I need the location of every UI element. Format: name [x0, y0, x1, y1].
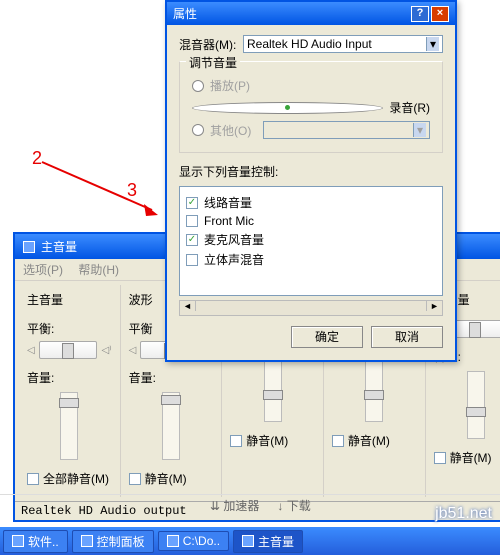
- mute-label: 静音(M): [145, 470, 187, 487]
- radio-playback: 播放(P): [192, 77, 430, 94]
- adjust-volume-group: 调节音量 播放(P) 录音(R) 其他(O) ▾: [179, 61, 443, 153]
- checkbox-icon: [186, 254, 198, 266]
- control-item-label: 麦克风音量: [204, 231, 264, 248]
- speaker-right-icon: ◁⁾: [101, 345, 111, 356]
- properties-titlebar[interactable]: 属性 ? ×: [167, 2, 455, 25]
- mixer-label: 混音器(M):: [179, 36, 237, 53]
- control-item-label: Front Mic: [204, 214, 254, 228]
- adjust-group-label: 调节音量: [186, 54, 240, 71]
- control-list-item[interactable]: Front Mic: [186, 214, 436, 228]
- taskbar: 软件.. 控制面板 C:\Do.. 主音量: [0, 527, 500, 555]
- radio-icon: [192, 124, 204, 136]
- radio-other: 其他(O) ▾: [192, 121, 430, 139]
- mixer-select-value: Realtek HD Audio Input: [247, 37, 372, 51]
- download-link[interactable]: ↓ 下载: [277, 497, 310, 514]
- chevron-down-icon: ▾: [413, 123, 426, 137]
- radio-icon: [192, 102, 383, 114]
- volume-title-text: 主音量: [41, 238, 77, 255]
- taskbar-button-label: C:\Do..: [183, 534, 220, 548]
- cancel-button[interactable]: 取消: [371, 326, 443, 348]
- mute-checkbox[interactable]: [230, 435, 242, 447]
- annotation-3: 3: [127, 180, 137, 201]
- volume-slider[interactable]: [162, 392, 180, 460]
- control-list-item[interactable]: 麦克风音量: [186, 231, 436, 248]
- taskbar-button-label: 控制面板: [97, 533, 145, 550]
- mute-label: 静音(M): [246, 432, 288, 449]
- mute-checkbox[interactable]: [434, 452, 446, 464]
- taskbar-app-icon: [167, 535, 179, 547]
- column-title: 主音量: [27, 291, 112, 308]
- mute-label: 全部静音(M): [43, 470, 109, 487]
- taskbar-button[interactable]: 主音量: [233, 530, 303, 553]
- radio-icon: [192, 80, 204, 92]
- other-select: ▾: [263, 121, 430, 139]
- control-item-label: 线路音量: [204, 194, 252, 211]
- listbox-hscrollbar[interactable]: [179, 300, 443, 316]
- balance-slider[interactable]: ◁ ◁⁾: [27, 341, 112, 359]
- control-item-label: 立体声混音: [204, 251, 264, 268]
- volume-label: 音量:: [27, 369, 112, 386]
- taskbar-button-label: 软件..: [28, 533, 59, 550]
- volume-label: 音量:: [129, 369, 214, 386]
- control-list-item[interactable]: 线路音量: [186, 194, 436, 211]
- volume-slider[interactable]: [365, 354, 383, 422]
- show-controls-label: 显示下列音量控制:: [179, 163, 443, 180]
- radio-record[interactable]: 录音(R): [192, 99, 430, 116]
- checkbox-icon: [186, 215, 198, 227]
- controls-listbox[interactable]: 线路音量 Front Mic 麦克风音量立体声混音: [179, 186, 443, 296]
- checkbox-icon: [186, 197, 198, 209]
- volume-column: 主音量平衡: ◁ ◁⁾ 音量: 全部静音(M): [19, 285, 121, 497]
- properties-title-text: 属性: [173, 5, 197, 22]
- watermark: jb51.net: [435, 505, 492, 523]
- mute-checkbox[interactable]: [332, 435, 344, 447]
- ok-button[interactable]: 确定: [291, 326, 363, 348]
- volume-app-icon: [23, 241, 35, 253]
- mute-checkbox[interactable]: [27, 473, 39, 485]
- titlebar-help-button[interactable]: ?: [411, 6, 429, 22]
- taskbar-app-icon: [12, 535, 24, 547]
- menu-help[interactable]: 帮助(H): [78, 263, 119, 277]
- titlebar-close-button[interactable]: ×: [431, 6, 449, 22]
- control-list-item[interactable]: 立体声混音: [186, 251, 436, 268]
- taskbar-button[interactable]: C:\Do..: [158, 531, 229, 551]
- mute-checkbox[interactable]: [129, 473, 141, 485]
- mute-label: 静音(M): [348, 432, 390, 449]
- properties-dialog: 属性 ? × 混音器(M): Realtek HD Audio Input ▾ …: [165, 0, 457, 362]
- volume-slider[interactable]: [264, 354, 282, 422]
- arrow-annotation: [40, 160, 158, 225]
- menu-options[interactable]: 选项(P): [23, 263, 63, 277]
- taskbar-button[interactable]: 控制面板: [72, 530, 154, 553]
- speaker-left-icon: ◁: [27, 345, 35, 356]
- balance-label: 平衡:: [27, 320, 112, 337]
- taskbar-button[interactable]: 软件..: [3, 530, 68, 553]
- chevron-down-icon: ▾: [426, 37, 439, 51]
- taskbar-app-icon: [81, 535, 93, 547]
- browser-toolbar: ⇊ 加速器 ↓ 下载: [0, 494, 500, 516]
- taskbar-button-label: 主音量: [258, 533, 294, 550]
- mixer-select[interactable]: Realtek HD Audio Input ▾: [243, 35, 443, 53]
- accelerator-link[interactable]: ⇊ 加速器: [210, 497, 259, 514]
- volume-slider[interactable]: [60, 392, 78, 460]
- speaker-left-icon: ◁: [129, 345, 137, 356]
- taskbar-app-icon: [242, 535, 254, 547]
- annotation-2: 2: [32, 148, 42, 169]
- checkbox-icon: [186, 234, 198, 246]
- volume-slider[interactable]: [467, 371, 485, 439]
- mute-label: 静音(M): [450, 449, 492, 466]
